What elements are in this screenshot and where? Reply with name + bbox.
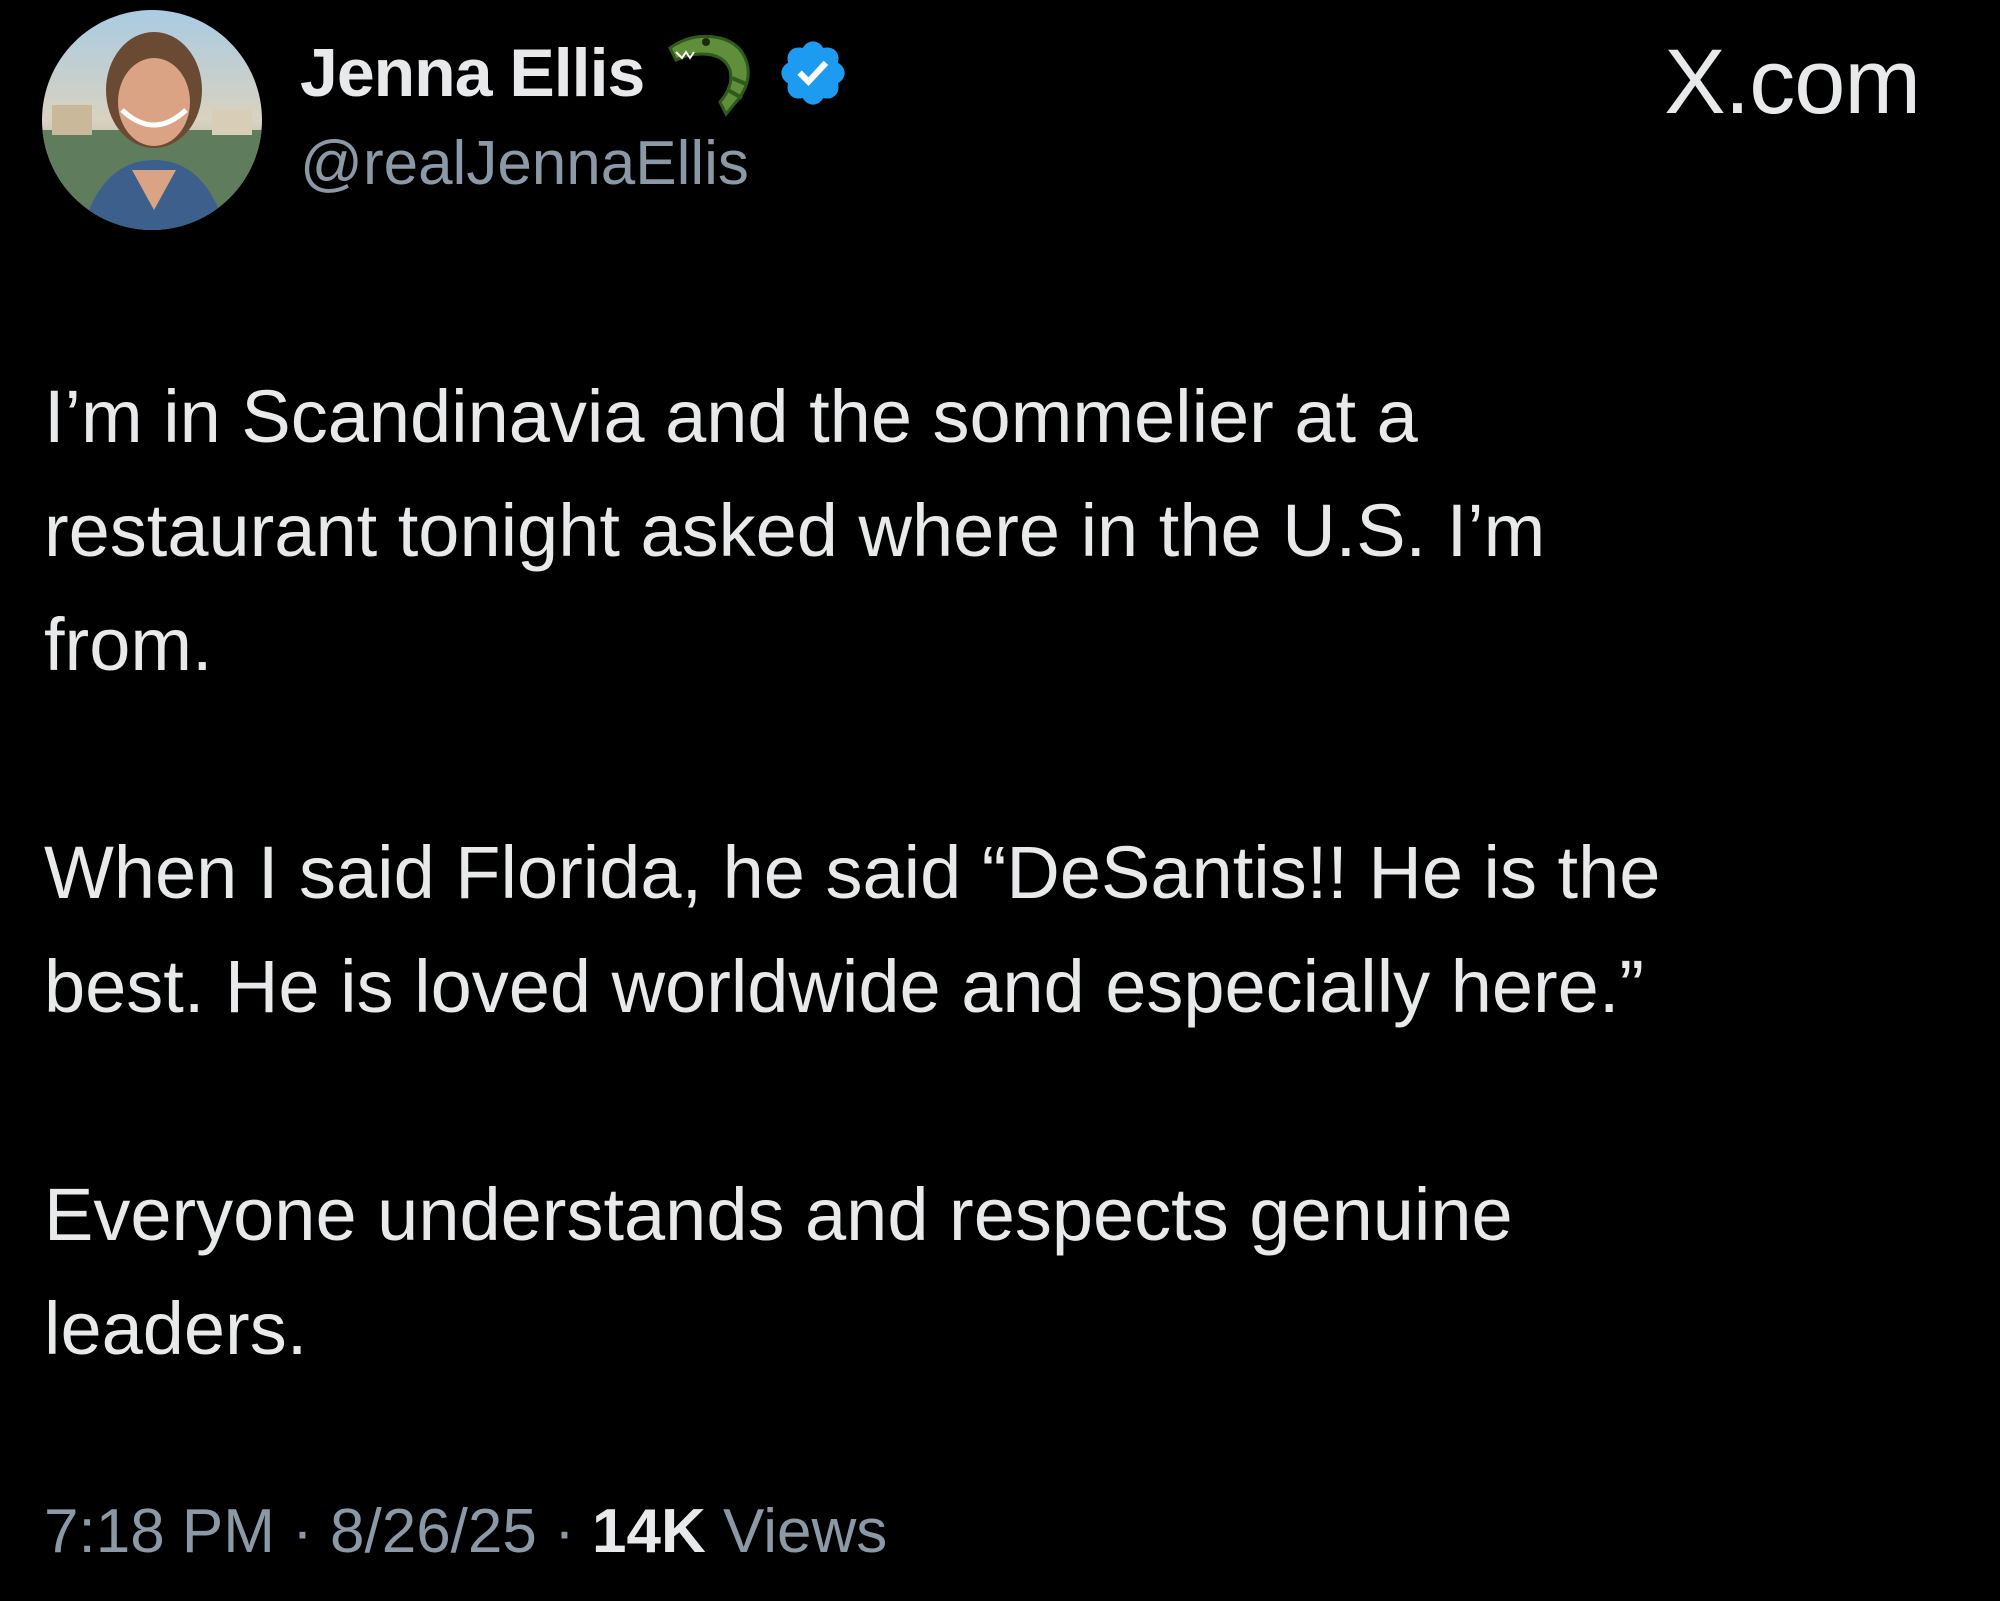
- tweet-text: I’m in Scandinavia and the sommelier at …: [44, 360, 1944, 1386]
- tweet-paragraph: Everyone understands and respects genuin…: [44, 1173, 1513, 1370]
- author-handle[interactable]: @realJennaEllis: [300, 128, 850, 199]
- site-watermark: X.com: [1664, 31, 1921, 133]
- views-count[interactable]: 14K: [592, 1497, 706, 1566]
- author-display-name[interactable]: Jenna Ellis: [300, 34, 645, 112]
- views-label: Views: [705, 1497, 888, 1566]
- avatar[interactable]: [42, 10, 262, 230]
- meta-separator: ·: [274, 1497, 331, 1566]
- tweet-date[interactable]: 8/26/25: [330, 1497, 537, 1566]
- author-block: Jenna Ellis @realJennaEllis: [300, 28, 850, 199]
- meta-separator: ·: [536, 1497, 592, 1566]
- tweet-meta: 7:18 PM · 8/26/25 · 14K Views: [44, 1496, 887, 1567]
- author-name-row: Jenna Ellis: [300, 28, 850, 118]
- avatar-photo: [42, 10, 262, 230]
- tweet-card: Jenna Ellis @realJennaEllis X.com I’m in…: [0, 0, 2000, 1601]
- tweet-paragraph: When I said Florida, he said “DeSantis!!…: [44, 831, 1661, 1028]
- tweet-paragraph: I’m in Scandinavia and the sommelier at …: [44, 375, 1546, 686]
- tweet-time[interactable]: 7:18 PM: [44, 1497, 275, 1566]
- verified-badge-icon: [776, 36, 850, 110]
- alligator-icon: [662, 28, 762, 118]
